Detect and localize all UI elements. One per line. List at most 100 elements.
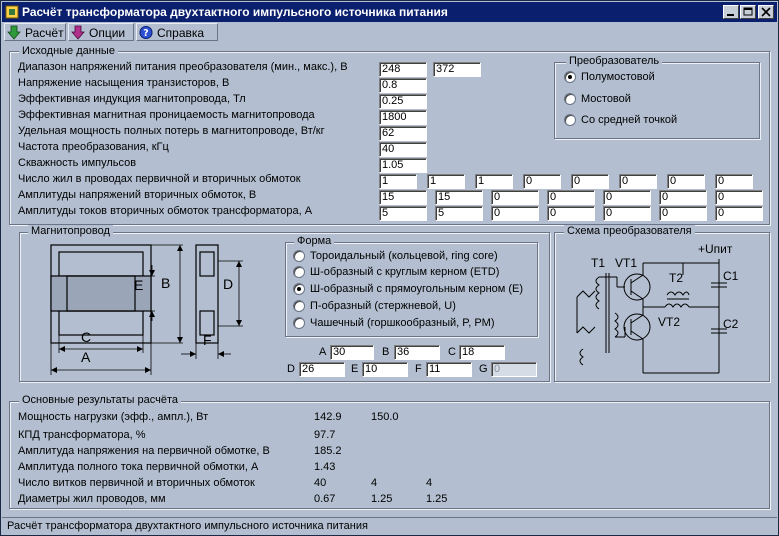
input-frequency[interactable]: 40	[379, 142, 427, 157]
radio-shape-etd-label: Ш-образный с круглым керном (ETD)	[310, 266, 500, 278]
status-text: Расчёт трансформатора двухтактного импул…	[7, 520, 368, 532]
input-sec-current-4[interactable]: 0	[547, 206, 595, 221]
input-group-title: Исходные данные	[19, 45, 118, 57]
title-bar[interactable]: Расчёт трансформатора двухтактного импул…	[2, 2, 777, 22]
menu-calc[interactable]: Расчёт	[4, 23, 66, 41]
input-loss-power[interactable]: 62	[379, 126, 427, 141]
input-strands-3[interactable]: 1	[475, 174, 513, 189]
result-diameter-secondary-2: 1.25	[426, 493, 448, 505]
result-label-primary-voltage: Амплитуда напряжения на первичной обмотк…	[18, 445, 270, 457]
minimize-icon	[727, 14, 734, 16]
menu-options[interactable]: Опции	[68, 23, 134, 41]
input-sec-voltage-1[interactable]: 15	[379, 190, 427, 205]
input-sec-current-3[interactable]: 0	[491, 206, 539, 221]
input-label-duty: Скважность импульсов	[18, 157, 137, 169]
input-sec-current-7[interactable]: 0	[715, 206, 763, 221]
radio-indicator	[293, 300, 305, 312]
input-sec-current-2[interactable]: 5	[435, 206, 483, 221]
result-label-turns: Число витков первичной и вторичных обмот…	[18, 477, 255, 489]
input-sec-voltage-5[interactable]: 0	[603, 190, 651, 205]
input-sec-voltage-4[interactable]: 0	[547, 190, 595, 205]
input-label-wire-strands: Число жил в проводах первичной и вторичн…	[18, 173, 301, 185]
result-power-peak: 150.0	[371, 411, 399, 423]
dim-e-input[interactable]: 10	[362, 362, 408, 377]
result-turns-primary: 40	[314, 477, 327, 489]
result-primary-voltage: 185.2	[314, 445, 342, 457]
dim-label-c: C	[81, 329, 92, 345]
input-saturation-voltage[interactable]: 0.8	[379, 78, 427, 93]
results-group-title: Основные результаты расчёта	[19, 394, 181, 406]
input-duty[interactable]: 1.05	[379, 158, 427, 173]
result-diameter-primary: 0.67	[314, 493, 336, 505]
input-sec-voltage-7[interactable]: 0	[715, 190, 763, 205]
maximize-button[interactable]	[740, 5, 756, 19]
input-induction[interactable]: 0.25	[379, 94, 427, 109]
input-sec-voltage-2[interactable]: 15	[435, 190, 483, 205]
input-strands-5[interactable]: 0	[571, 174, 609, 189]
main-window: Расчёт трансформатора двухтактного импул…	[0, 0, 779, 536]
converter-group-title: Преобразователь	[566, 55, 663, 67]
radio-shape-pot-label: Чашечный (горшкообразный, P, PM)	[310, 317, 495, 329]
schematic-label-upit: +Uпит	[698, 242, 733, 256]
input-label-secondary-voltages: Амплитуды напряжений вторичных обмоток, …	[18, 189, 257, 201]
dim-g-label: G	[479, 363, 488, 375]
radio-indicator	[293, 250, 305, 262]
dim-a-input[interactable]: 30	[330, 345, 374, 360]
menu-options-label: Опции	[89, 26, 126, 40]
input-voltage-max[interactable]: 372	[433, 62, 481, 77]
shape-group-title: Форма	[294, 235, 335, 247]
dim-f-input[interactable]: 11	[426, 362, 472, 377]
dim-c-label: C	[448, 346, 456, 358]
menu-help-label: Справка	[157, 26, 205, 40]
input-sec-voltage-6[interactable]: 0	[659, 190, 707, 205]
radio-indicator	[564, 71, 576, 83]
arrow-down-icon	[71, 25, 85, 40]
close-button[interactable]	[758, 5, 774, 19]
schematic-label-t2: T2	[669, 271, 684, 285]
dim-label-f: F	[203, 332, 212, 348]
dim-f-label: F	[415, 363, 422, 375]
dim-d-label: D	[287, 363, 295, 375]
dim-d-input[interactable]: 26	[299, 362, 345, 377]
input-permeability[interactable]: 1800	[379, 110, 427, 125]
dim-label-d: D	[223, 276, 234, 292]
radio-center-tap-label: Со средней точкой	[581, 114, 678, 126]
minimize-button[interactable]	[723, 5, 739, 19]
result-turns-secondary-2: 4	[426, 477, 433, 489]
schematic-label-t1: T1	[591, 256, 606, 270]
input-sec-current-5[interactable]: 0	[603, 206, 651, 221]
input-strands-6[interactable]: 0	[619, 174, 657, 189]
radio-indicator	[293, 317, 305, 329]
radio-full-bridge-label: Мостовой	[581, 93, 631, 105]
app-icon	[5, 5, 19, 19]
input-strands-2[interactable]: 1	[427, 174, 465, 189]
input-sec-voltage-3[interactable]: 0	[491, 190, 539, 205]
schematic-label-c1: C1	[723, 269, 739, 283]
input-strands-1[interactable]: 1	[379, 174, 417, 189]
result-efficiency: 97.7	[314, 429, 336, 441]
input-label-permeability: Эффективная магнитная проницаемость магн…	[18, 109, 315, 121]
result-power-rms: 142.9	[314, 411, 342, 423]
result-label-wire-diameters: Диаметры жил проводов, мм	[18, 493, 166, 505]
dim-label-e: E	[134, 277, 144, 293]
close-icon	[761, 7, 771, 17]
dim-g-input[interactable]: 0	[491, 362, 537, 377]
input-strands-7[interactable]: 0	[667, 174, 705, 189]
dim-b-label: B	[382, 346, 390, 358]
input-label-induction: Эффективная индукция магнитопровода, Тл	[18, 93, 246, 105]
input-sec-current-1[interactable]: 5	[379, 206, 427, 221]
input-strands-4[interactable]: 0	[523, 174, 561, 189]
dim-label-b: B	[161, 275, 171, 291]
input-sec-current-6[interactable]: 0	[659, 206, 707, 221]
input-voltage-min[interactable]: 248	[379, 62, 427, 77]
input-label-saturation: Напряжение насыщения транзисторов, В	[18, 77, 230, 89]
dim-b-input[interactable]: 36	[394, 345, 440, 360]
menu-help[interactable]: ? Справка	[136, 23, 218, 41]
input-label-frequency: Частота преобразования, кГц	[18, 141, 169, 153]
help-icon: ?	[139, 25, 153, 39]
dim-e-label: E	[351, 363, 359, 375]
result-diameter-secondary-1: 1.25	[371, 493, 393, 505]
radio-shape-e-label: Ш-образный с прямоугольным керном (E)	[310, 283, 524, 295]
input-strands-8[interactable]: 0	[715, 174, 753, 189]
dim-c-input[interactable]: 18	[459, 345, 505, 360]
